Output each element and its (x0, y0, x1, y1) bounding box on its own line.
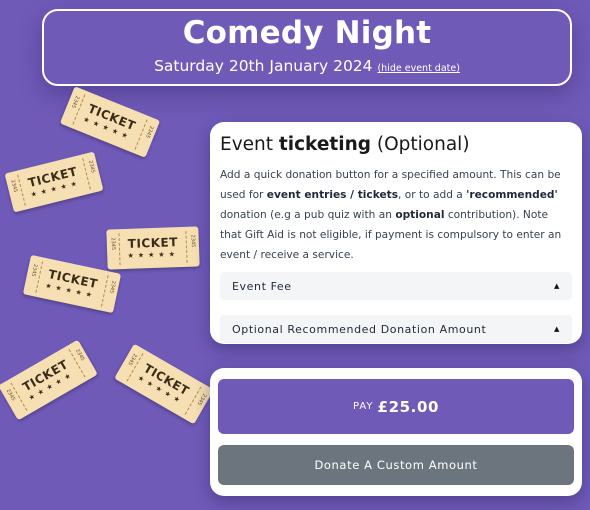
hide-event-date-link[interactable]: (hide event date) (377, 63, 459, 74)
pay-amount: £25.00 (377, 397, 440, 416)
pay-button[interactable]: PAY £25.00 (218, 379, 574, 434)
event-date-line: Saturday 20th January 2024 (hide event d… (44, 57, 570, 75)
event-fee-accordion[interactable]: Event Fee ▲ (220, 272, 572, 300)
ticketing-heading: Event ticketing (Optional) (220, 134, 470, 155)
caret-up-icon: ▲ (554, 325, 560, 333)
event-header: Comedy Night Saturday 20th January 2024 … (42, 9, 572, 86)
ticket-decoration: 2345 TICKET ★★★★★ 2345 2345 TICKET ★★★★★ 2345 … (0, 80, 230, 500)
caret-up-icon: ▲ (554, 282, 560, 290)
recommended-donation-accordion[interactable]: Optional Recommended Donation Amount ▲ (220, 315, 572, 343)
ticket-image: 2345 TICKET ★★★★★ 2345 (59, 86, 161, 158)
event-date: Saturday 20th January 2024 (154, 57, 373, 75)
ticket-image: 2345 TICKET ★★★★★ 2345 (114, 343, 214, 425)
ticket-image: 2345 TICKET ★★★★★ 2345 (106, 226, 200, 270)
event-title: Comedy Night (182, 15, 432, 51)
payment-card: PAY £25.00 Donate A Custom Amount (210, 368, 582, 496)
event-fee-label: Event Fee (232, 279, 292, 293)
event-ticketing-card: Event ticketing (Optional) Add a quick d… (210, 122, 582, 344)
donate-custom-amount-button[interactable]: Donate A Custom Amount (218, 445, 574, 485)
ticketing-description: Add a quick donation button for a specif… (220, 169, 562, 261)
ticket-image: 2345 TICKET ★★★★★ 2345 (22, 254, 122, 314)
pay-prefix: PAY (352, 401, 374, 412)
ticket-image: 2345 TICKET ★★★★★ 2345 (4, 151, 104, 213)
recommended-donation-label: Optional Recommended Donation Amount (232, 322, 487, 336)
ticket-image: 2345 TICKET ★★★★★ 2345 (0, 339, 98, 421)
